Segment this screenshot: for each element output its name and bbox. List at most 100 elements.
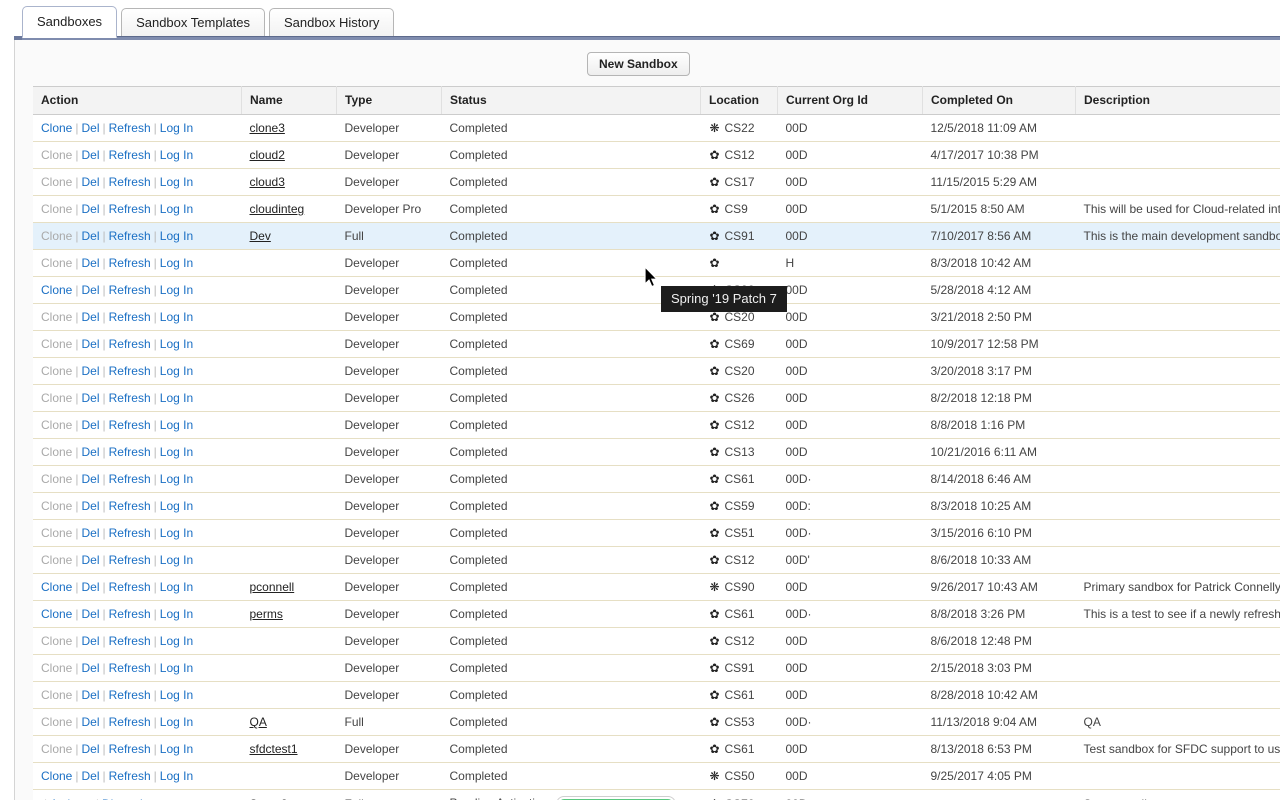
del-link[interactable]: Del [81,391,99,405]
flower-icon[interactable]: ✿ [709,634,721,648]
login-link[interactable]: Log In [160,472,193,486]
login-link[interactable]: Log In [160,661,193,675]
clone-link[interactable]: Clone [41,283,72,297]
login-link[interactable]: Log In [160,688,193,702]
column-header-location[interactable]: Location [700,86,778,115]
del-link[interactable]: Del [81,526,99,540]
refresh-link[interactable]: Refresh [109,769,151,783]
refresh-link[interactable]: Refresh [109,499,151,513]
del-link[interactable]: Del [81,715,99,729]
login-link[interactable]: Log In [160,418,193,432]
column-header-name[interactable]: Name [241,86,337,115]
del-link[interactable]: Del [81,472,99,486]
refresh-link[interactable]: Refresh [109,229,151,243]
login-link[interactable]: Log In [160,121,193,135]
refresh-link[interactable]: Refresh [109,445,151,459]
refresh-link[interactable]: Refresh [109,121,151,135]
refresh-link[interactable]: Refresh [109,310,151,324]
column-header-current-org-id[interactable]: Current Org Id [777,86,923,115]
refresh-link[interactable]: Refresh [109,634,151,648]
flower-icon[interactable]: ✿ [709,256,721,270]
del-link[interactable]: Del [81,310,99,324]
del-link[interactable]: Del [81,148,99,162]
login-link[interactable]: Log In [160,337,193,351]
sandbox-name-link[interactable]: QA [250,715,267,729]
clone-link[interactable]: Clone [41,769,72,783]
flower-icon[interactable]: ✿ [709,175,721,189]
del-link[interactable]: Del [81,688,99,702]
flower-icon[interactable]: ✿ [709,607,721,621]
login-link[interactable]: Log In [160,715,193,729]
flower-icon[interactable]: ✿ [709,499,721,513]
sandbox-name-link[interactable]: clone3 [250,121,285,135]
login-link[interactable]: Log In [160,283,193,297]
sandbox-name-link[interactable]: pconnell [250,580,295,594]
refresh-link[interactable]: Refresh [109,148,151,162]
refresh-link[interactable]: Refresh [109,337,151,351]
sandbox-name-link[interactable]: cloud2 [250,148,285,162]
login-link[interactable]: Log In [160,445,193,459]
flower-icon[interactable]: ✿ [709,229,721,243]
login-link[interactable]: Log In [160,229,193,243]
flower-icon[interactable]: ✿ [709,148,721,162]
refresh-link[interactable]: Refresh [109,202,151,216]
clone-link[interactable]: Clone [41,580,72,594]
refresh-link[interactable]: Refresh [109,742,151,756]
refresh-link[interactable]: Refresh [109,256,151,270]
sandbox-name-link[interactable]: cloudinteg [250,202,305,216]
del-link[interactable]: Del [81,364,99,378]
refresh-link[interactable]: Refresh [109,391,151,405]
del-link[interactable]: Del [81,553,99,567]
flower-icon[interactable]: ✿ [709,445,721,459]
refresh-link[interactable]: Refresh [109,472,151,486]
login-link[interactable]: Log In [160,148,193,162]
sandbox-name-link[interactable]: cloud3 [250,175,285,189]
column-header-action[interactable]: Action [33,86,242,115]
snowflake-icon[interactable]: ❋ [709,769,721,783]
snowflake-icon[interactable]: ❋ [709,121,721,135]
flower-icon[interactable]: ✿ [709,688,721,702]
refresh-link[interactable]: Refresh [109,580,151,594]
refresh-link[interactable]: Refresh [109,526,151,540]
column-header-type[interactable]: Type [336,86,442,115]
flower-icon[interactable]: ✿ [709,391,721,405]
login-link[interactable]: Log In [160,607,193,621]
flower-icon[interactable]: ✿ [709,202,721,216]
del-link[interactable]: Del [81,634,99,648]
login-link[interactable]: Log In [160,580,193,594]
del-link[interactable]: Del [81,661,99,675]
column-header-status[interactable]: Status [441,86,701,115]
del-link[interactable]: Del [81,499,99,513]
column-header-completed-on[interactable]: Completed On [922,86,1076,115]
refresh-link[interactable]: Refresh [109,661,151,675]
flower-icon[interactable]: ✿ [709,364,721,378]
flower-icon[interactable]: ✿ [709,526,721,540]
sandbox-name-link[interactable]: sfdctest1 [250,742,298,756]
login-link[interactable]: Log In [160,364,193,378]
del-link[interactable]: Del [81,769,99,783]
login-link[interactable]: Log In [160,769,193,783]
refresh-link[interactable]: Refresh [109,553,151,567]
flower-icon[interactable]: ✿ [709,661,721,675]
tab-sandbox-templates[interactable]: Sandbox Templates [121,8,266,37]
login-link[interactable]: Log In [160,391,193,405]
login-link[interactable]: Log In [160,499,193,513]
login-link[interactable]: Log In [160,526,193,540]
flower-icon[interactable]: ✿ [709,472,721,486]
del-link[interactable]: Del [81,607,99,621]
new-sandbox-button[interactable]: New Sandbox [587,52,690,76]
refresh-link[interactable]: Refresh [109,364,151,378]
tab-sandbox-history[interactable]: Sandbox History [269,8,395,37]
del-link[interactable]: Del [81,175,99,189]
snowflake-icon[interactable]: ❋ [709,580,721,594]
del-link[interactable]: Del [81,283,99,297]
login-link[interactable]: Log In [160,256,193,270]
refresh-link[interactable]: Refresh [109,688,151,702]
del-link[interactable]: Del [81,445,99,459]
del-link[interactable]: Del [81,580,99,594]
flower-icon[interactable]: ✿ [709,553,721,567]
del-link[interactable]: Del [81,202,99,216]
refresh-link[interactable]: Refresh [109,607,151,621]
login-link[interactable]: Log In [160,553,193,567]
flower-icon[interactable]: ✿ [709,742,721,756]
